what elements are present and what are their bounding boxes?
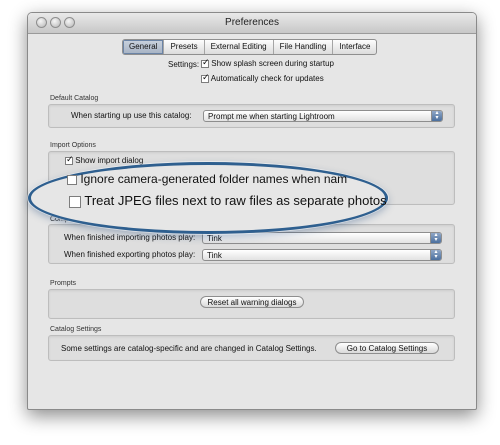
importing-sound-value: Tink bbox=[207, 234, 222, 243]
show-import-label: Show import dialog bbox=[75, 156, 144, 165]
ignore-folders-label: Ignore camera-generated folder names whe… bbox=[80, 172, 348, 186]
tab-general[interactable]: General bbox=[123, 40, 165, 54]
exporting-sound-label: When finished exporting photos play: bbox=[64, 250, 196, 259]
tab-presets[interactable]: Presets bbox=[164, 40, 205, 54]
show-import-checkbox[interactable] bbox=[65, 154, 74, 165]
magnified-callout: Ignore camera-generated folder names whe… bbox=[28, 162, 388, 234]
prompts-heading: Prompts bbox=[50, 280, 77, 287]
exporting-sound-select[interactable]: Tink ▴ ▾ bbox=[202, 249, 442, 261]
tab-interface[interactable]: Interface bbox=[333, 40, 376, 54]
import-options-heading: Import Options bbox=[50, 142, 96, 149]
title-bar: Preferences bbox=[28, 13, 476, 34]
select-arrows-icon: ▴ ▾ bbox=[431, 110, 442, 121]
catalog-settings-text: Some settings are catalog-specific and a… bbox=[61, 344, 317, 353]
catalog-select[interactable]: Prompt me when starting Lightroom ▴ ▾ bbox=[203, 110, 443, 122]
reset-warning-dialogs-button[interactable]: Reset all warning dialogs bbox=[200, 296, 304, 308]
tab-external-editing[interactable]: External Editing bbox=[205, 40, 274, 54]
splash-label: Show splash screen during startup bbox=[211, 59, 334, 68]
settings-label: Settings: bbox=[168, 60, 200, 69]
updates-label: Automatically check for updates bbox=[210, 74, 324, 83]
treat-jpeg-option[interactable]: Treat JPEG files next to raw files as se… bbox=[69, 193, 387, 208]
importing-sound-select[interactable]: Tink ▴ ▾ bbox=[202, 232, 442, 244]
window-title: Preferences bbox=[225, 17, 279, 28]
catalog-label: When starting up use this catalog: bbox=[71, 111, 192, 120]
updates-option[interactable]: Automatically check for updates bbox=[201, 72, 324, 83]
default-catalog-heading: Default Catalog bbox=[50, 95, 99, 102]
show-import-option[interactable]: Show import dialog bbox=[65, 154, 144, 165]
catalog-settings-group: Some settings are catalog-specific and a… bbox=[48, 335, 455, 361]
select-arrows-icon: ▴ ▾ bbox=[430, 249, 441, 260]
ignore-folders-option[interactable]: Ignore camera-generated folder names whe… bbox=[67, 172, 347, 186]
updates-checkbox[interactable] bbox=[201, 72, 210, 83]
tab-bar: General Presets External Editing File Ha… bbox=[122, 39, 378, 55]
splash-option[interactable]: Show splash screen during startup bbox=[201, 57, 334, 68]
catalog-settings-heading: Catalog Settings bbox=[50, 326, 102, 333]
ignore-folders-checkbox[interactable] bbox=[67, 174, 77, 185]
select-arrows-icon: ▴ ▾ bbox=[430, 232, 441, 243]
exporting-sound-value: Tink bbox=[207, 251, 222, 260]
default-catalog-group: When starting up use this catalog: Promp… bbox=[48, 104, 455, 128]
importing-sound-label: When finished importing photos play: bbox=[64, 233, 196, 242]
splash-checkbox[interactable] bbox=[201, 57, 210, 68]
prompts-group: Reset all warning dialogs bbox=[48, 289, 455, 319]
treat-jpeg-label: Treat JPEG files next to raw files as se… bbox=[84, 193, 387, 208]
catalog-select-value: Prompt me when starting Lightroom bbox=[208, 112, 335, 121]
tab-file-handling[interactable]: File Handling bbox=[274, 40, 334, 54]
treat-jpeg-checkbox[interactable] bbox=[69, 195, 81, 208]
go-to-catalog-settings-button[interactable]: Go to Catalog Settings bbox=[335, 342, 439, 354]
